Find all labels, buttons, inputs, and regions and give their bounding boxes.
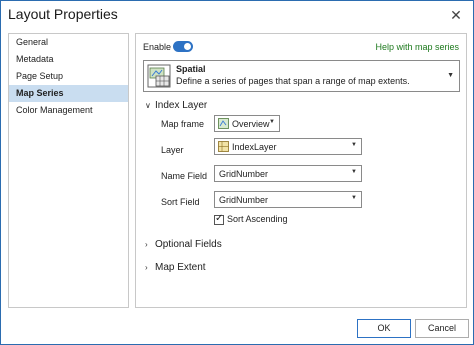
chevron-down-icon: ▼	[269, 119, 275, 125]
sidebar-item-metadata[interactable]: Metadata	[9, 51, 128, 68]
enable-toggle[interactable]	[173, 41, 193, 52]
series-type-selector[interactable]: Spatial Define a series of pages that sp…	[143, 60, 460, 92]
map-extent-header[interactable]: › Map Extent	[145, 262, 206, 273]
layer-label: Layer	[161, 145, 184, 155]
name-field-label: Name Field	[161, 171, 208, 181]
map-frame-value: Overview	[232, 119, 270, 129]
series-type-name: Spatial	[176, 64, 206, 74]
sort-ascending-label: Sort Ascending	[227, 214, 288, 224]
dialog-title: Layout Properties	[8, 6, 118, 22]
title-bar: Layout Properties ✕	[1, 1, 473, 31]
dialog-footer: OK Cancel	[1, 311, 473, 344]
spatial-map-series-icon	[147, 64, 171, 88]
map-extent-title: Map Extent	[155, 262, 206, 273]
series-type-description: Define a series of pages that span a ran…	[176, 76, 410, 86]
layer-value: IndexLayer	[232, 142, 277, 152]
optional-fields-header[interactable]: › Optional Fields	[145, 239, 222, 250]
sort-ascending-checkbox[interactable]: ✓	[214, 213, 224, 225]
layout-properties-dialog: Layout Properties ✕ General Metadata Pag…	[0, 0, 474, 345]
cancel-button[interactable]: Cancel	[415, 319, 469, 338]
close-button[interactable]: ✕	[448, 7, 464, 23]
name-field-dropdown[interactable]: GridNumber ▼	[214, 165, 362, 182]
layer-dropdown[interactable]: IndexLayer ▼	[214, 138, 362, 155]
enable-label: Enable	[143, 42, 172, 52]
chevron-down-icon: ▼	[351, 195, 357, 201]
sort-field-dropdown[interactable]: GridNumber ▼	[214, 191, 362, 208]
checkmark-icon: ✓	[215, 213, 224, 224]
map-series-panel: Enable Help with map series Spatial Defi…	[135, 33, 467, 308]
optional-fields-title: Optional Fields	[155, 239, 222, 250]
sidebar-item-general[interactable]: General	[9, 34, 128, 51]
chevron-right-icon: ›	[145, 263, 148, 272]
map-frame-label: Map frame	[161, 119, 205, 129]
name-field-value: GridNumber	[219, 169, 269, 179]
sidebar-item-page-setup[interactable]: Page Setup	[9, 68, 128, 85]
chevron-down-icon: ▼	[447, 72, 454, 79]
sort-field-value: GridNumber	[219, 195, 269, 205]
polygon-layer-icon	[218, 141, 229, 152]
map-frame-icon	[218, 118, 229, 129]
index-layer-header[interactable]: ∨ Index Layer	[145, 100, 207, 111]
sidebar-item-map-series[interactable]: Map Series	[9, 85, 128, 102]
chevron-right-icon: ›	[145, 240, 148, 249]
properties-sidebar: General Metadata Page Setup Map Series C…	[8, 33, 129, 308]
ok-button[interactable]: OK	[357, 319, 411, 338]
chevron-down-icon: ▼	[351, 169, 357, 175]
sort-field-label: Sort Field	[161, 197, 200, 207]
index-layer-title: Index Layer	[155, 100, 208, 111]
toggle-knob	[184, 43, 191, 50]
map-frame-dropdown[interactable]: Overview ▼	[214, 115, 280, 132]
chevron-down-icon: ▼	[351, 142, 357, 148]
dialog-body: General Metadata Page Setup Map Series C…	[1, 31, 473, 311]
sidebar-item-color-management[interactable]: Color Management	[9, 102, 128, 119]
chevron-down-icon: ∨	[145, 101, 151, 110]
help-map-series-link[interactable]: Help with map series	[375, 42, 459, 52]
